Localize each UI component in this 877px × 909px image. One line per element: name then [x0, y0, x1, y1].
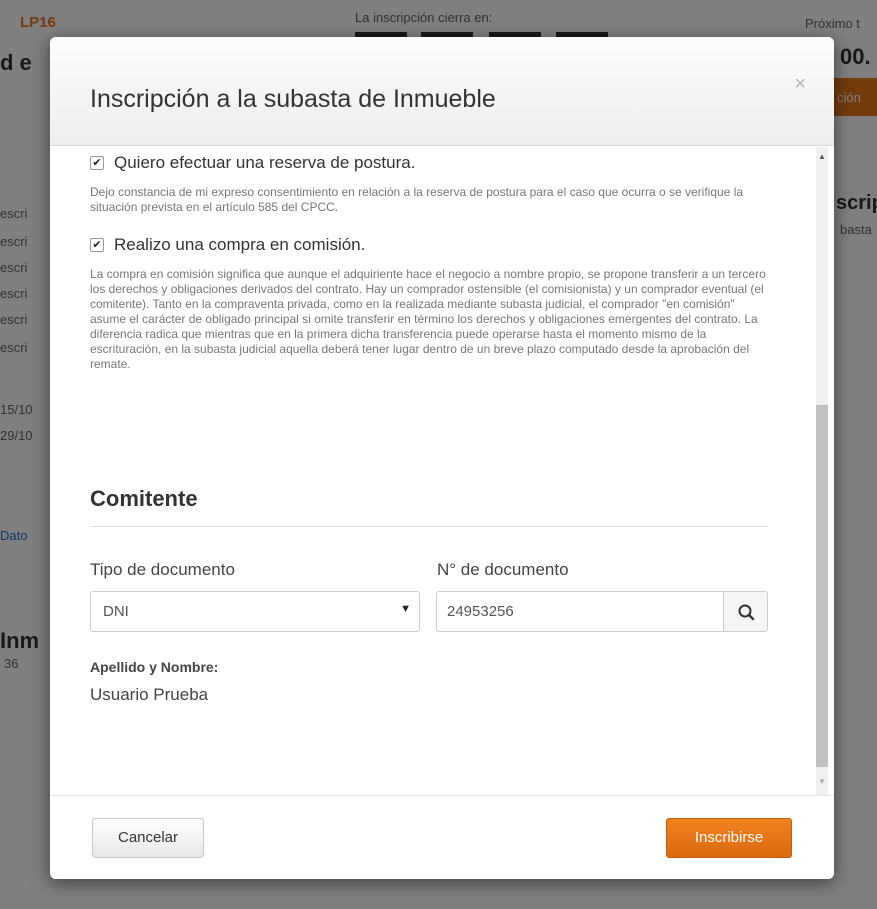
- search-button[interactable]: [723, 591, 768, 632]
- scroll-up-arrow-icon[interactable]: ▲: [816, 147, 828, 167]
- doc-number-value: 24953256: [447, 603, 514, 620]
- reserve-label: Quiero efectuar una reserva de postura.: [114, 153, 416, 172]
- commission-label: Realizo una compra en comisión.: [114, 235, 366, 254]
- checkbox-checked-icon[interactable]: ✔: [90, 156, 104, 170]
- reserve-description: Dejo constancia de mi expreso consentimi…: [90, 185, 744, 214]
- doc-type-select[interactable]: DNI ▼: [90, 591, 420, 632]
- scroll-down-arrow-icon[interactable]: ▼: [816, 771, 828, 793]
- modal-footer: Cancelar Inscribirse: [50, 795, 834, 879]
- comitente-section-title: Comitente: [90, 486, 198, 511]
- name-value: Usuario Prueba: [90, 685, 209, 704]
- dropdown-caret-icon: ▼: [400, 603, 411, 615]
- registration-modal: Inscripción a la subasta de Inmueble × ✔…: [50, 37, 834, 879]
- doc-type-value: DNI: [103, 603, 129, 620]
- cancel-button[interactable]: Cancelar: [92, 818, 204, 858]
- search-icon: [738, 604, 755, 621]
- scrollbar-thumb[interactable]: [816, 405, 828, 767]
- doc-number-input[interactable]: 24953256: [436, 591, 723, 632]
- reserve-checkbox-row[interactable]: ✔ Quiero efectuar una reserva de postura…: [90, 153, 415, 173]
- register-button[interactable]: Inscribirse: [666, 818, 792, 858]
- commission-checkbox-row[interactable]: ✔ Realizo una compra en comisión.: [90, 235, 365, 255]
- doc-number-label: N° de documento: [437, 560, 569, 579]
- name-label: Apellido y Nombre:: [90, 659, 219, 675]
- modal-body[interactable]: ✔ Quiero efectuar una reserva de postura…: [50, 147, 834, 795]
- section-divider: [90, 526, 768, 527]
- doc-type-label: Tipo de documento: [90, 560, 235, 579]
- modal-title: Inscripción a la subasta de Inmueble: [90, 85, 496, 113]
- commission-description: La compra en comisión significa que aunq…: [90, 267, 766, 371]
- checkbox-checked-icon[interactable]: ✔: [90, 238, 104, 252]
- modal-header: Inscripción a la subasta de Inmueble ×: [50, 37, 834, 146]
- close-icon[interactable]: ×: [794, 73, 806, 96]
